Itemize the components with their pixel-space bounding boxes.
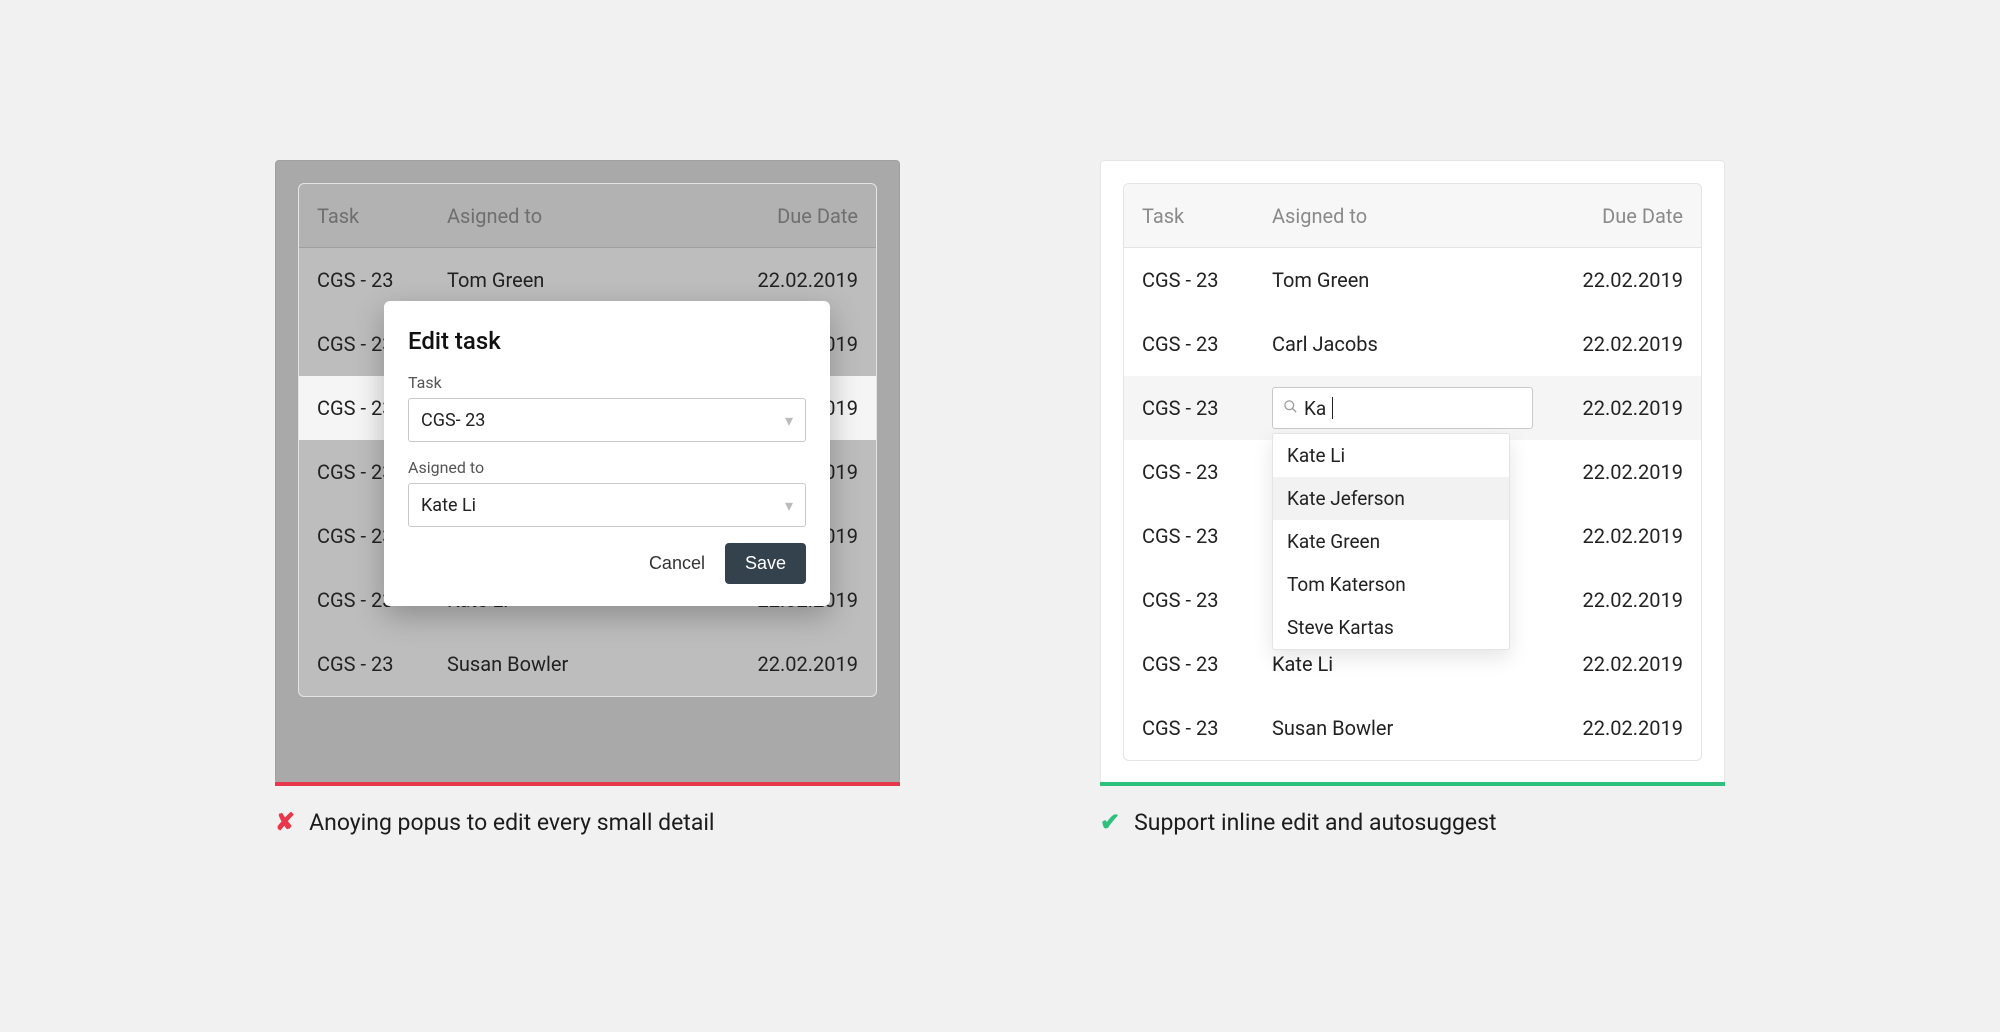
save-button[interactable]: Save	[725, 543, 806, 584]
search-icon	[1283, 399, 1298, 418]
inline-input-value: Ka	[1304, 397, 1326, 420]
cell-task: CGS - 23	[1142, 716, 1272, 740]
suggest-item[interactable]: Steve Kartas	[1273, 606, 1509, 649]
cell-assigned: Carl Jacobs	[1272, 332, 1533, 356]
cell-task: CGS - 23	[317, 268, 447, 292]
cell-task: CGS - 23	[1142, 524, 1272, 548]
suggest-item[interactable]: Kate Jeferson	[1273, 477, 1509, 520]
good-underline	[1100, 782, 1725, 786]
chevron-down-icon: ▾	[785, 496, 793, 515]
cell-task: CGS - 23	[1142, 268, 1272, 292]
table-row[interactable]: CGS - 23KaKate LiKate JefersonKate Green…	[1124, 376, 1701, 440]
bad-example: Task Asigned to Due Date CGS - 23Tom Gre…	[275, 160, 900, 836]
suggest-item[interactable]: Kate Li	[1273, 434, 1509, 477]
task-table-good: Task Asigned to Due Date CGS - 23Tom Gre…	[1123, 183, 1702, 761]
cell-due: 22.02.2019	[1533, 332, 1683, 356]
inline-assigned-field: KaKate LiKate JefersonKate GreenTom Kate…	[1272, 387, 1533, 429]
cell-due: 22.02.2019	[708, 652, 858, 676]
task-select[interactable]: CGS- 23 ▾	[408, 398, 806, 442]
cell-task: CGS - 23	[1142, 652, 1272, 676]
autosuggest-dropdown: Kate LiKate JefersonKate GreenTom Katers…	[1272, 433, 1510, 650]
task-field-label: Task	[408, 373, 806, 392]
cell-due: 22.02.2019	[1533, 524, 1683, 548]
modal-title: Edit task	[408, 327, 806, 355]
bad-underline	[275, 782, 900, 786]
good-panel: Task Asigned to Due Date CGS - 23Tom Gre…	[1100, 160, 1725, 784]
table-header: Task Asigned to Due Date	[1124, 184, 1701, 248]
suggest-item[interactable]: Kate Green	[1273, 520, 1509, 563]
cell-task: CGS - 23	[1142, 460, 1272, 484]
cell-assigned: Tom Green	[447, 268, 708, 292]
good-example: Task Asigned to Due Date CGS - 23Tom Gre…	[1100, 160, 1725, 836]
col-due-header: Due Date	[1533, 204, 1683, 228]
cell-due: 22.02.2019	[1533, 716, 1683, 740]
col-assigned-header: Asigned to	[447, 204, 708, 228]
assigned-select[interactable]: Kate Li ▾	[408, 483, 806, 527]
suggest-item[interactable]: Tom Katerson	[1273, 563, 1509, 606]
col-task-header: Task	[1142, 204, 1272, 228]
check-icon: ✔	[1100, 808, 1120, 836]
good-caption-text: Support inline edit and autosuggest	[1134, 809, 1496, 836]
cell-due: 22.02.2019	[1533, 460, 1683, 484]
bad-caption: ✘ Anoying popus to edit every small deta…	[275, 808, 900, 836]
assigned-select-value: Kate Li	[421, 495, 476, 516]
table-row[interactable]: CGS - 23Tom Green22.02.2019	[1124, 248, 1701, 312]
col-assigned-header: Asigned to	[1272, 204, 1533, 228]
cell-due: 22.02.2019	[1533, 396, 1683, 420]
col-due-header: Due Date	[708, 204, 858, 228]
table-row[interactable]: CGS - 23Carl Jacobs22.02.2019	[1124, 312, 1701, 376]
cell-due: 22.02.2019	[1533, 652, 1683, 676]
col-task-header: Task	[317, 204, 447, 228]
bad-panel: Task Asigned to Due Date CGS - 23Tom Gre…	[275, 160, 900, 784]
cell-task: CGS - 23	[1142, 396, 1272, 420]
cell-task: CGS - 23	[1142, 332, 1272, 356]
assigned-inline-input[interactable]: Ka	[1272, 387, 1533, 429]
cell-assigned: Susan Bowler	[1272, 716, 1533, 740]
cell-task: CGS - 23	[1142, 588, 1272, 612]
task-select-value: CGS- 23	[421, 410, 485, 431]
bad-caption-text: Anoying popus to edit every small detail	[309, 809, 714, 836]
text-cursor	[1332, 397, 1333, 419]
cell-due: 22.02.2019	[1533, 268, 1683, 292]
cell-due: 22.02.2019	[1533, 588, 1683, 612]
table-header: Task Asigned to Due Date	[299, 184, 876, 248]
assigned-field-label: Asigned to	[408, 458, 806, 477]
table-row[interactable]: CGS - 23Susan Bowler22.02.2019	[299, 632, 876, 696]
cell-assigned: Kate Li	[1272, 652, 1533, 676]
cross-icon: ✘	[275, 808, 295, 836]
cell-task: CGS - 23	[317, 652, 447, 676]
good-caption: ✔ Support inline edit and autosuggest	[1100, 808, 1725, 836]
chevron-down-icon: ▾	[785, 411, 793, 430]
cell-due: 22.02.2019	[708, 268, 858, 292]
cell-assigned: Susan Bowler	[447, 652, 708, 676]
edit-task-modal: Edit task Task CGS- 23 ▾ Asigned to Kate…	[384, 301, 830, 606]
table-row[interactable]: CGS - 23Susan Bowler22.02.2019	[1124, 696, 1701, 760]
cancel-button[interactable]: Cancel	[649, 553, 705, 574]
cell-assigned: Tom Green	[1272, 268, 1533, 292]
